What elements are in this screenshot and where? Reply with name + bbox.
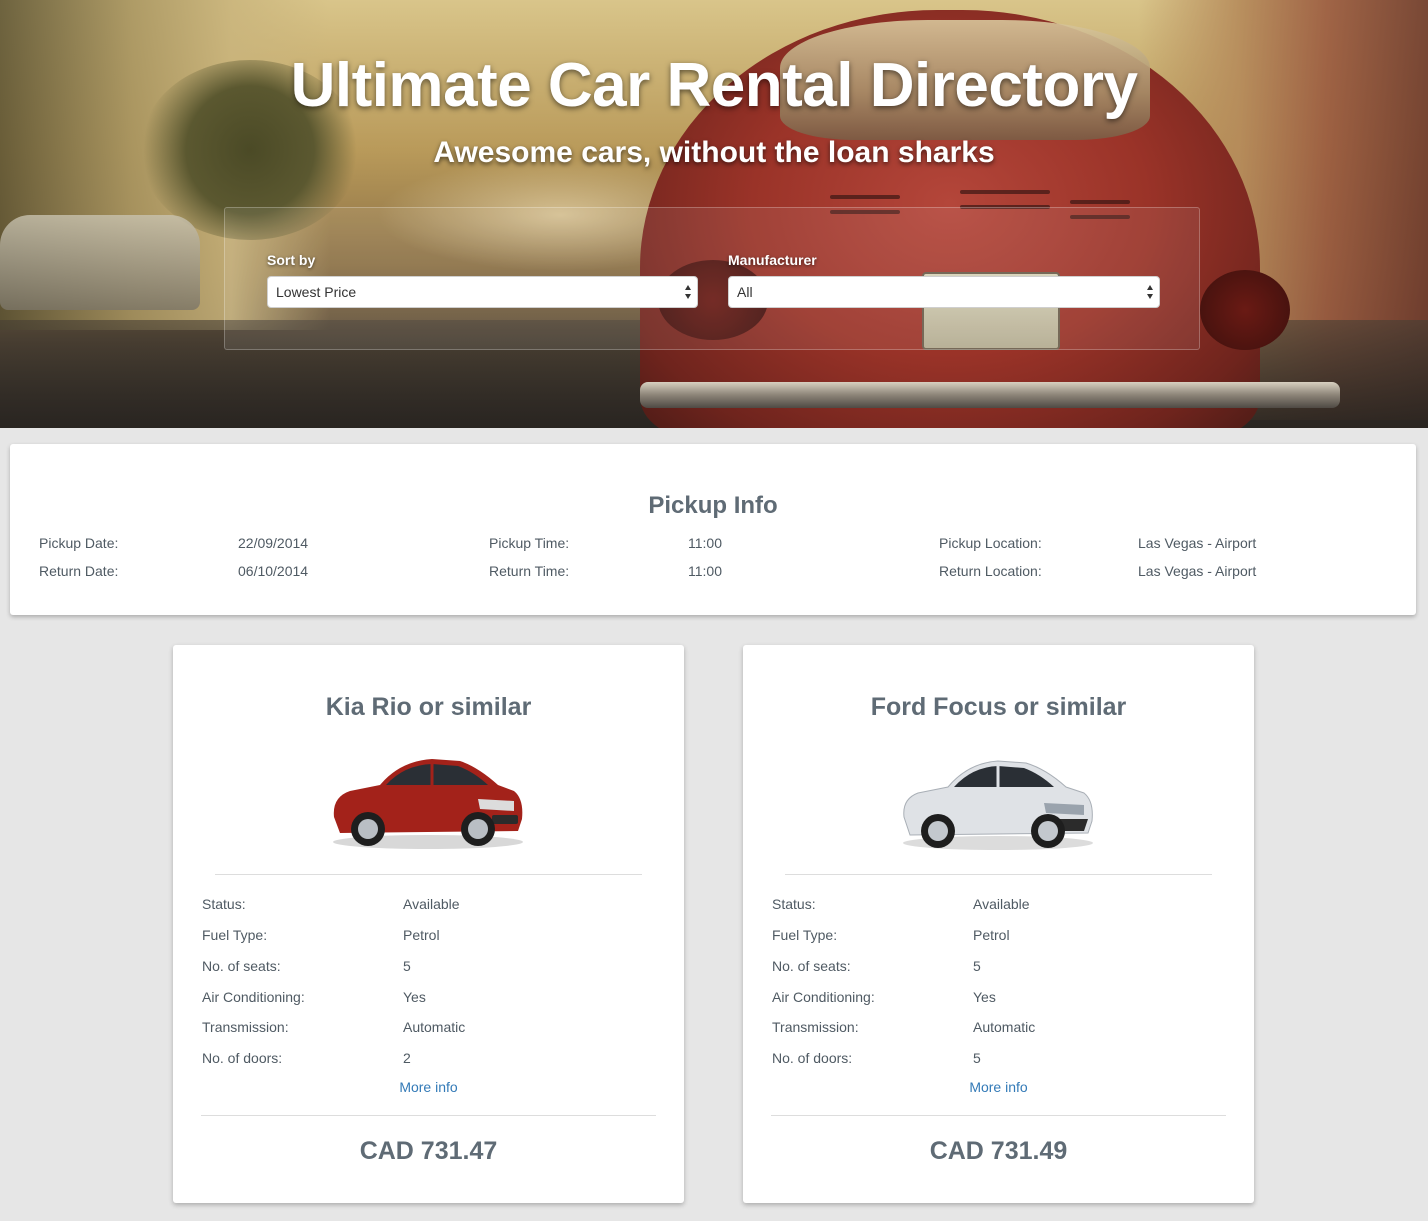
divider [215, 874, 642, 875]
return-time-label: Return Time: [489, 563, 570, 579]
doors-label: No. of doors: [202, 1050, 283, 1066]
divider [785, 874, 1212, 875]
divider [201, 1115, 656, 1116]
select-arrows-icon [685, 285, 693, 299]
pickup-location-label: Pickup Location: [939, 535, 1042, 551]
hero-car-bumper [640, 382, 1340, 408]
doors-value: 5 [973, 1050, 981, 1066]
manufacturer-select[interactable]: All [728, 276, 1160, 308]
return-date-label: Return Date: [39, 563, 119, 579]
transmission-label: Transmission: [772, 1019, 859, 1035]
fuel-type-label: Fuel Type: [202, 927, 268, 943]
status-value: Available [403, 896, 460, 912]
fuel-type-value: Petrol [973, 927, 1010, 943]
air-conditioning-value: Yes [403, 989, 426, 1005]
page-subtitle: Awesome cars, without the loan sharks [433, 136, 995, 169]
pickup-time-label: Pickup Time: [489, 535, 570, 551]
status-value: Available [973, 896, 1030, 912]
hero-background-parked-car [0, 215, 200, 310]
status-label: Status: [772, 896, 816, 912]
car-name: Ford Focus or similar [870, 693, 1127, 721]
pickup-info-title: Pickup Info [648, 492, 778, 519]
status-label: Status: [202, 896, 246, 912]
transmission-value: Automatic [973, 1019, 1036, 1035]
air-conditioning-value: Yes [973, 989, 996, 1005]
return-location-value: Las Vegas - Airport [1138, 563, 1257, 579]
more-info-link[interactable]: More info [743, 1079, 1254, 1095]
pickup-info-panel: Pickup Info Pickup Date: 22/09/2014 Pick… [10, 444, 1416, 615]
air-conditioning-label: Air Conditioning: [772, 989, 875, 1005]
return-date-value: 06/10/2014 [238, 563, 309, 579]
more-info-link[interactable]: More info [173, 1079, 684, 1095]
car-card: Ford Focus or similar Status: Available … [743, 645, 1254, 1203]
pickup-date-label: Pickup Date: [39, 535, 119, 551]
select-arrows-icon [1147, 285, 1155, 299]
car-price: CAD 731.47 [359, 1137, 498, 1165]
car-price: CAD 731.49 [929, 1137, 1068, 1165]
transmission-label: Transmission: [202, 1019, 289, 1035]
doors-value: 2 [403, 1050, 411, 1066]
seats-label: No. of seats: [772, 958, 851, 974]
hero-banner: Ultimate Car Rental Directory Awesome ca… [0, 0, 1428, 428]
seats-label: No. of seats: [202, 958, 281, 974]
filter-panel: Sort by Lowest Price Manufacturer All [224, 207, 1200, 350]
divider [771, 1115, 1226, 1116]
pickup-time-value: 11:00 [688, 535, 722, 551]
fuel-type-value: Petrol [403, 927, 440, 943]
manufacturer-label: Manufacturer [728, 252, 817, 268]
kia-rio-car-image [333, 759, 523, 849]
hero-car-vent [960, 190, 1050, 194]
transmission-value: Automatic [403, 1019, 466, 1035]
ford-focus-car-image [903, 760, 1093, 850]
air-conditioning-label: Air Conditioning: [202, 989, 305, 1005]
car-card: Kia Rio or similar Status: Available Fue… [173, 645, 684, 1203]
hero-car-vent [1070, 200, 1130, 204]
fuel-type-label: Fuel Type: [772, 927, 838, 943]
return-location-label: Return Location: [939, 563, 1042, 579]
sort-by-label: Sort by [267, 252, 316, 268]
sort-by-selected-value: Lowest Price [276, 284, 357, 300]
seats-value: 5 [403, 958, 411, 974]
sort-by-select[interactable]: Lowest Price [267, 276, 698, 308]
page-title: Ultimate Car Rental Directory [290, 51, 1138, 120]
hero-car-vent [830, 195, 900, 199]
manufacturer-selected-value: All [737, 284, 753, 300]
car-name: Kia Rio or similar [325, 693, 532, 721]
seats-value: 5 [973, 958, 981, 974]
doors-label: No. of doors: [772, 1050, 853, 1066]
hero-car-taillight [1200, 270, 1290, 350]
pickup-location-value: Las Vegas - Airport [1138, 535, 1257, 551]
pickup-date-value: 22/09/2014 [238, 535, 309, 551]
return-time-value: 11:00 [688, 563, 722, 579]
